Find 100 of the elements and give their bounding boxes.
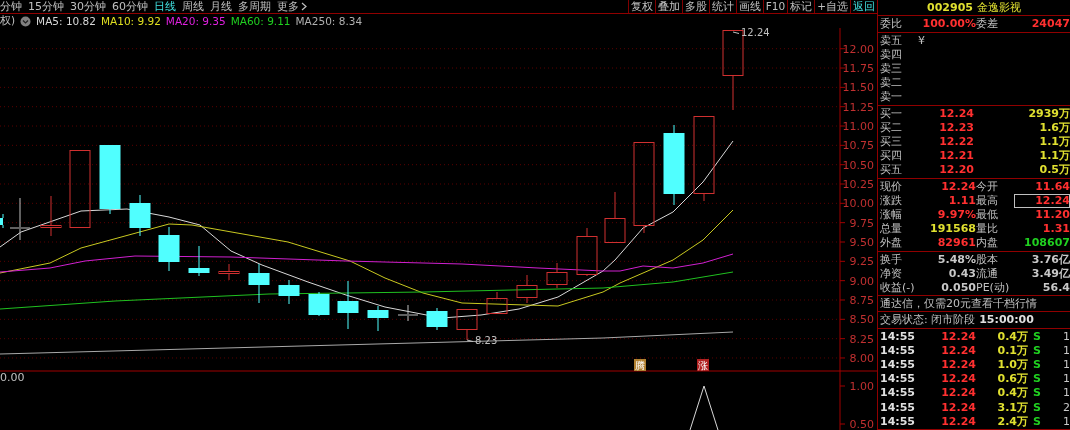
moving-average-value: MA10: 9.92 bbox=[100, 15, 161, 27]
price-axis-label: 9.25 bbox=[849, 255, 874, 269]
field-value: 1.31 bbox=[1041, 222, 1070, 237]
candlestick bbox=[278, 279, 300, 305]
tick-time: 14:55 bbox=[880, 358, 916, 373]
period-tab[interactable]: 月线 bbox=[210, 0, 232, 13]
toolbar-button[interactable]: 画线 bbox=[735, 0, 763, 13]
stock-name: 金逸影视 bbox=[976, 0, 1021, 16]
field-label: 收益(-) bbox=[880, 280, 916, 296]
high-price-label: 12.24 bbox=[732, 28, 770, 38]
field-value: 0.43 bbox=[947, 266, 976, 281]
bid-volume: 1.6万 bbox=[1038, 120, 1070, 135]
tick-side: S bbox=[1032, 343, 1042, 358]
signal-tag: 腾 bbox=[634, 359, 646, 371]
field-value: 100.00% bbox=[921, 17, 976, 32]
bid-level-label: 买三 bbox=[880, 135, 903, 150]
price-axis-label: 11.50 bbox=[842, 81, 874, 95]
toolbar-button[interactable]: +自选 bbox=[814, 0, 850, 13]
candlestick bbox=[218, 263, 240, 281]
toolbar-button[interactable]: 多股 bbox=[681, 0, 709, 13]
tick-volume: 0.4万 bbox=[996, 386, 1028, 401]
candlestick bbox=[188, 245, 210, 277]
tick-side: S bbox=[1032, 358, 1042, 373]
toolbar-button[interactable]: F10 bbox=[762, 0, 788, 13]
candlestick bbox=[604, 191, 626, 243]
chevron-right-icon bbox=[301, 2, 308, 11]
trade-status: 交易状态: 闭市阶段 bbox=[880, 313, 976, 328]
bid-level-label: 买四 bbox=[880, 149, 903, 164]
tick-price: 12.24 bbox=[940, 343, 976, 358]
period-tab[interactable]: 30分钟 bbox=[70, 0, 106, 13]
period-tab[interactable]: 60分钟 bbox=[112, 0, 148, 13]
price-axis-label: 9.50 bbox=[849, 236, 874, 249]
table-cell-text: 1 bbox=[1062, 414, 1070, 429]
tick-price: 12.24 bbox=[940, 358, 976, 373]
toolbar-button[interactable]: 复权 bbox=[627, 0, 655, 13]
more-menu[interactable]: 更多 bbox=[277, 0, 308, 13]
candlestick bbox=[248, 263, 270, 304]
field-label: 流通 bbox=[976, 266, 999, 281]
table-cell-text: 2 bbox=[1062, 400, 1070, 415]
period-tab[interactable]: 15分钟 bbox=[28, 0, 64, 13]
period-tab[interactable]: 日线 bbox=[154, 0, 176, 13]
tick-price: 12.24 bbox=[940, 329, 976, 344]
candlestick bbox=[486, 291, 508, 314]
dropdown-icon[interactable] bbox=[20, 15, 32, 27]
currency-mark: ¥ bbox=[918, 33, 925, 48]
period-tab[interactable]: 分钟 bbox=[0, 0, 22, 13]
field-value: 11.20 bbox=[1034, 207, 1070, 223]
candlestick bbox=[367, 305, 389, 332]
field-label: 涨幅 bbox=[880, 207, 903, 223]
tick-volume: 0.6万 bbox=[996, 372, 1028, 387]
tick-time: 14:55 bbox=[880, 329, 916, 344]
table-cell-text: 1 bbox=[1062, 372, 1070, 387]
price-axis-label: 12.00 bbox=[842, 42, 874, 56]
field-value: 191568 bbox=[929, 222, 976, 237]
bid-price: 12.23 bbox=[938, 120, 974, 135]
indicator-value-label: 0.00 bbox=[0, 371, 25, 384]
toolbar-button[interactable]: 统计 bbox=[708, 0, 736, 13]
candlestick bbox=[337, 280, 359, 330]
bid-level-label: 买五 bbox=[880, 163, 903, 178]
toolbar-button[interactable]: 叠加 bbox=[654, 0, 682, 13]
indicator-axis-label: 1.00 bbox=[849, 380, 874, 393]
field-label: 委比 bbox=[880, 17, 903, 32]
ask-level-label: 卖一 bbox=[880, 90, 903, 105]
field-value: 56.4 bbox=[1041, 280, 1070, 296]
bid-price: 12.24 bbox=[938, 106, 974, 121]
candlestick bbox=[40, 195, 62, 237]
toolbar-button[interactable]: 标记 bbox=[787, 0, 815, 13]
bid-volume: 0.5万 bbox=[1038, 163, 1070, 178]
tick-time: 14:55 bbox=[880, 372, 916, 387]
table-cell-text: 1 bbox=[1062, 386, 1070, 401]
field-label: 委差 bbox=[976, 17, 999, 32]
bid-price: 12.21 bbox=[938, 149, 974, 164]
tick-volume: 1.0万 bbox=[996, 358, 1028, 373]
tick-price: 12.24 bbox=[940, 386, 976, 401]
candlestick bbox=[9, 197, 31, 241]
candlestick bbox=[129, 194, 151, 237]
field-label: 量比 bbox=[976, 222, 999, 237]
price-axis-label: 8.50 bbox=[849, 313, 874, 327]
tick-volume: 3.1万 bbox=[996, 400, 1028, 415]
field-label: PE(动) bbox=[976, 280, 1011, 296]
period-tab[interactable]: 多周期 bbox=[238, 0, 271, 13]
period-tab[interactable]: 周线 bbox=[182, 0, 204, 13]
field-value: 1.11 bbox=[947, 193, 976, 208]
candlestick bbox=[576, 227, 598, 277]
price-axis-label: 10.00 bbox=[842, 197, 874, 211]
bid-volume: 1.1万 bbox=[1038, 135, 1070, 150]
field-label: 总量 bbox=[880, 222, 903, 237]
price-axis-label: 8.25 bbox=[849, 332, 874, 346]
price-axis-label: 10.75 bbox=[842, 139, 874, 153]
field-label: 涨跌 bbox=[880, 193, 903, 208]
moving-average-value: MA20: 9.35 bbox=[165, 15, 226, 27]
bid-volume: 1.1万 bbox=[1038, 149, 1070, 164]
price-axis-label: 8.75 bbox=[849, 294, 874, 307]
candlestick bbox=[99, 145, 121, 215]
tick-volume: 2.4万 bbox=[996, 414, 1028, 429]
low-price-label: 8.23 bbox=[466, 335, 498, 346]
candlestick bbox=[546, 262, 568, 289]
field-label: 换手 bbox=[880, 252, 903, 267]
toolbar-button[interactable]: 返回 bbox=[850, 0, 877, 13]
bid-price: 12.22 bbox=[938, 135, 974, 150]
